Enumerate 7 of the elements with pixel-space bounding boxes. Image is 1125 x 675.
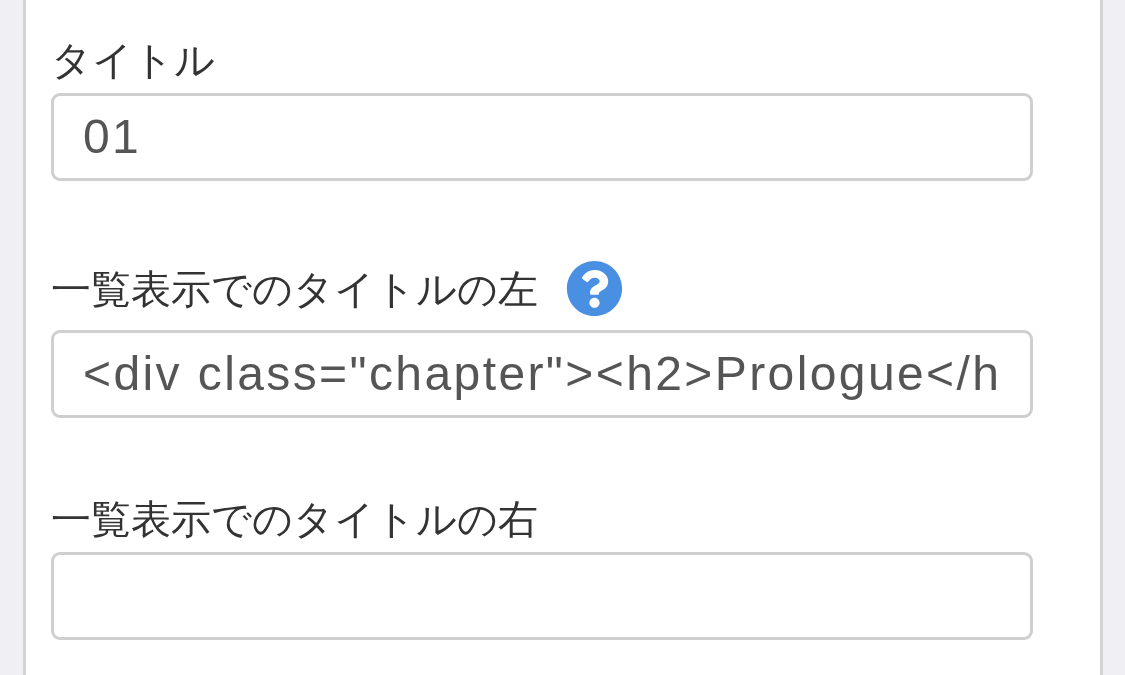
- field-label: 一覧表示でのタイトルの右: [51, 497, 538, 541]
- field-label: 一覧表示でのタイトルの左: [51, 266, 538, 311]
- input-field[interactable]: <div class="chapter"><h2>Prologue</h: [51, 330, 1033, 418]
- input-field[interactable]: 01: [51, 93, 1033, 181]
- field-label: タイトル: [51, 38, 215, 82]
- input-field[interactable]: [51, 552, 1033, 640]
- help-icon[interactable]: [566, 260, 623, 317]
